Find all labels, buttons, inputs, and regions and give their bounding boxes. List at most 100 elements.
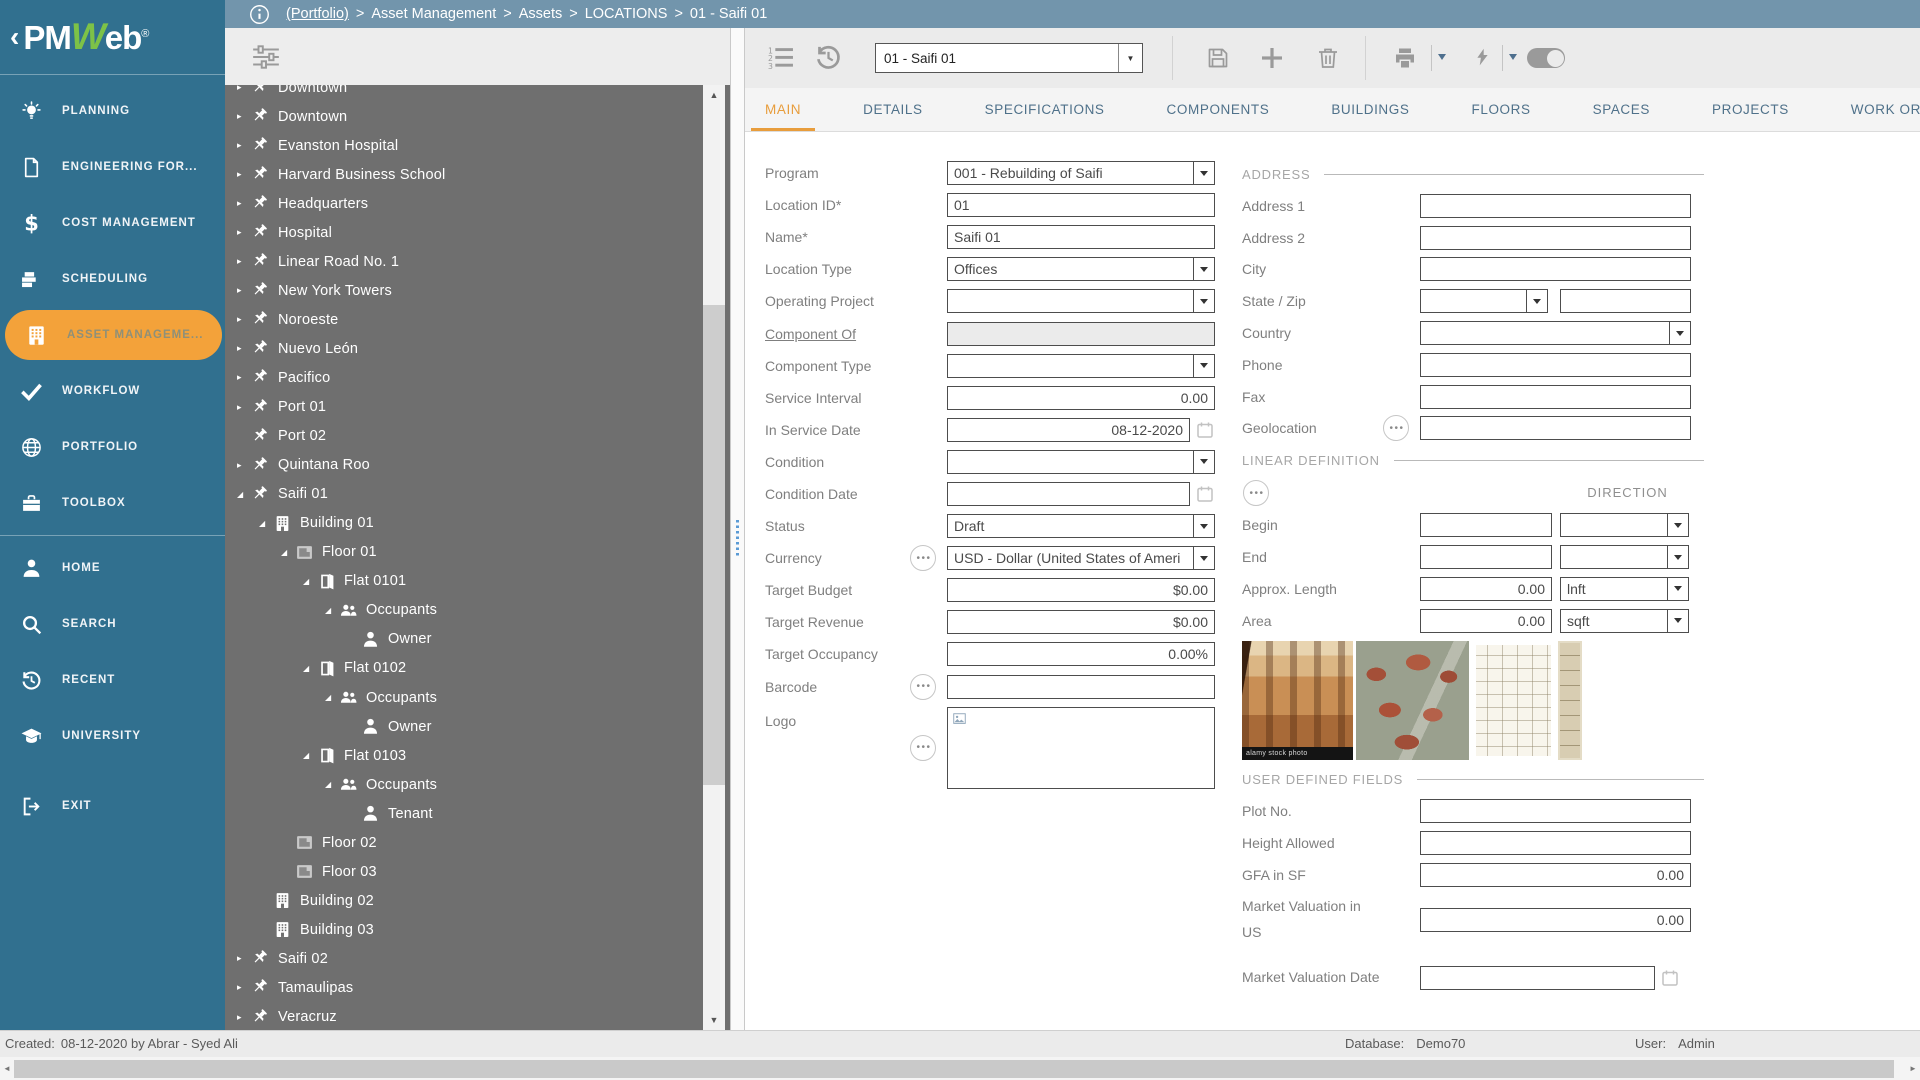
chevron-down-icon[interactable] (1193, 162, 1214, 184)
floor-plan-thumbnail[interactable] (1472, 641, 1555, 760)
more-options-button[interactable]: ••• (910, 545, 936, 571)
height-allowed-input[interactable] (1420, 831, 1691, 855)
tab-specifications[interactable]: SPECIFICATIONS (971, 88, 1119, 131)
tree-item-port-01[interactable]: ▸Port 01 (225, 393, 730, 422)
tree-item-nuevo-le-n[interactable]: ▸Nuevo León (225, 334, 730, 363)
tree-item-veracruz[interactable]: ▸Veracruz (225, 1003, 730, 1031)
collapse-icon[interactable]: ◢ (237, 490, 251, 499)
filter-icon[interactable] (251, 44, 281, 70)
tree-item-hospital[interactable]: ▸Hospital (225, 218, 730, 247)
fax-input[interactable] (1420, 385, 1691, 409)
expand-icon[interactable]: ▸ (237, 227, 251, 238)
tree-item-linear-road-no-1[interactable]: ▸Linear Road No. 1 (225, 247, 730, 276)
expand-icon[interactable]: ▸ (237, 169, 251, 180)
begin-input[interactable] (1420, 513, 1552, 537)
splitter-grip[interactable] (736, 520, 739, 556)
calendar-icon[interactable] (1196, 421, 1214, 439)
operating-project-select[interactable] (947, 289, 1215, 313)
expand-icon[interactable]: ▸ (237, 372, 251, 383)
tree-item-occupants[interactable]: ◢Occupants (225, 596, 730, 625)
expand-icon[interactable]: ▸ (237, 1012, 251, 1023)
collapse-icon[interactable]: ◢ (325, 606, 339, 615)
program-select[interactable]: 001 - Rebuilding of Saifi (947, 161, 1215, 185)
chevron-down-icon[interactable] (1193, 355, 1214, 377)
street-photo-thumbnail[interactable]: alamy stock photo (1242, 641, 1353, 760)
gfa-in-sf-input[interactable]: 0.00 (1420, 863, 1691, 887)
tree-item-tenant[interactable]: Tenant (225, 799, 730, 828)
tree-item-noroeste[interactable]: ▸Noroeste (225, 305, 730, 334)
expand-icon[interactable]: ▸ (237, 140, 251, 151)
horizontal-scrollbar[interactable]: ◄ ► (0, 1057, 1920, 1080)
end-input[interactable] (1420, 545, 1552, 569)
barcode-input[interactable] (947, 675, 1215, 699)
market-valuation-in-us-input[interactable]: 0.00 (1420, 908, 1691, 932)
chevron-down-icon[interactable] (1193, 290, 1214, 312)
field-label-component-of[interactable]: Component Of (745, 326, 947, 342)
sidebar-item-university[interactable]: UNIVERSITY (0, 708, 225, 764)
chevron-down-icon[interactable] (1667, 578, 1688, 600)
geolocation-input[interactable] (1420, 416, 1691, 440)
calendar-icon[interactable] (1196, 485, 1214, 503)
tree-item-flat-0103[interactable]: ◢Flat 0103 (225, 741, 730, 770)
sidebar-item-workflow[interactable]: WORKFLOW (0, 363, 225, 419)
more-options-button[interactable]: ••• (910, 674, 936, 700)
expand-icon[interactable]: ▸ (237, 256, 251, 267)
panel-splitter[interactable] (730, 28, 745, 1030)
expand-icon[interactable]: ▸ (237, 85, 251, 93)
tree-item-building-01[interactable]: ◢Building 01 (225, 509, 730, 538)
location-id-input[interactable]: 01 (947, 193, 1215, 217)
approx-length-direction-select[interactable]: lnft (1560, 577, 1689, 601)
scroll-left-icon[interactable]: ◄ (0, 1057, 14, 1080)
tree-item-occupants[interactable]: ◢Occupants (225, 770, 730, 799)
print-button[interactable] (1393, 46, 1417, 70)
chevron-down-icon[interactable]: ▼ (1118, 44, 1142, 72)
tree-item-saifi-01[interactable]: ◢Saifi 01 (225, 480, 730, 509)
area-direction-select[interactable]: sqft (1560, 609, 1689, 633)
print-menu-caret-icon[interactable] (1438, 54, 1446, 60)
more-options-button[interactable]: ••• (1383, 415, 1409, 441)
sidebar-item-exit[interactable]: EXIT (0, 778, 225, 834)
record-history-icon[interactable] (815, 44, 842, 71)
sidebar-item-toolbox[interactable]: TOOLBOX (0, 475, 225, 531)
phone-input[interactable] (1420, 353, 1691, 377)
info-icon[interactable] (249, 4, 270, 25)
expand-icon[interactable]: ▸ (237, 982, 251, 993)
tree-scrollbar-thumb[interactable] (703, 305, 725, 785)
tree-item-quintana-roo[interactable]: ▸Quintana Roo (225, 451, 730, 480)
tab-components[interactable]: COMPONENTS (1153, 88, 1284, 131)
tree-item-owner[interactable]: Owner (225, 625, 730, 654)
chevron-down-icon[interactable] (1669, 322, 1690, 344)
breadcrumb-locations[interactable]: LOCATIONS (585, 6, 668, 22)
area-input[interactable]: 0.00 (1420, 609, 1552, 633)
collapse-icon[interactable]: ◢ (325, 693, 339, 702)
collapse-icon[interactable]: ◢ (325, 780, 339, 789)
condition-date-input[interactable] (947, 482, 1190, 506)
aerial-photo-thumbnail[interactable] (1356, 641, 1469, 760)
collapse-icon[interactable]: ◢ (303, 751, 317, 760)
tree-item-owner[interactable]: Owner (225, 712, 730, 741)
tab-buildings[interactable]: BUILDINGS (1317, 88, 1423, 131)
tree-item-new-york-towers[interactable]: ▸New York Towers (225, 276, 730, 305)
tree-item-floor-01[interactable]: ◢Floor 01 (225, 538, 730, 567)
chevron-down-icon[interactable] (1193, 258, 1214, 280)
expand-icon[interactable]: ▸ (237, 343, 251, 354)
tree-item-saifi-02[interactable]: ▸Saifi 02 (225, 944, 730, 973)
sidebar-item-engineering-for[interactable]: ENGINEERING FOR... (0, 139, 225, 195)
generate-button[interactable] (1473, 45, 1492, 69)
collapse-icon[interactable]: ◢ (303, 664, 317, 673)
tab-spaces[interactable]: SPACES (1579, 88, 1664, 131)
sidebar-item-search[interactable]: SEARCH (0, 596, 225, 652)
zip-input[interactable] (1560, 289, 1691, 313)
calendar-icon[interactable] (1661, 969, 1679, 987)
record-selector[interactable]: 01 - Saifi 01 ▼ (875, 43, 1143, 73)
add-button[interactable] (1260, 46, 1284, 70)
collapse-sidebar-icon[interactable]: ‹ (10, 23, 19, 51)
expand-icon[interactable]: ▸ (237, 111, 251, 122)
hscrollbar-thumb[interactable] (14, 1060, 1894, 1078)
sidebar-item-cost-management[interactable]: $COST MANAGEMENT (0, 195, 225, 251)
in-service-date-input[interactable]: 08-12-2020 (947, 418, 1190, 442)
sidebar-item-recent[interactable]: RECENT (0, 652, 225, 708)
address-2-input[interactable] (1420, 226, 1691, 250)
city-input[interactable] (1420, 257, 1691, 281)
more-options-button[interactable]: ••• (910, 735, 936, 761)
